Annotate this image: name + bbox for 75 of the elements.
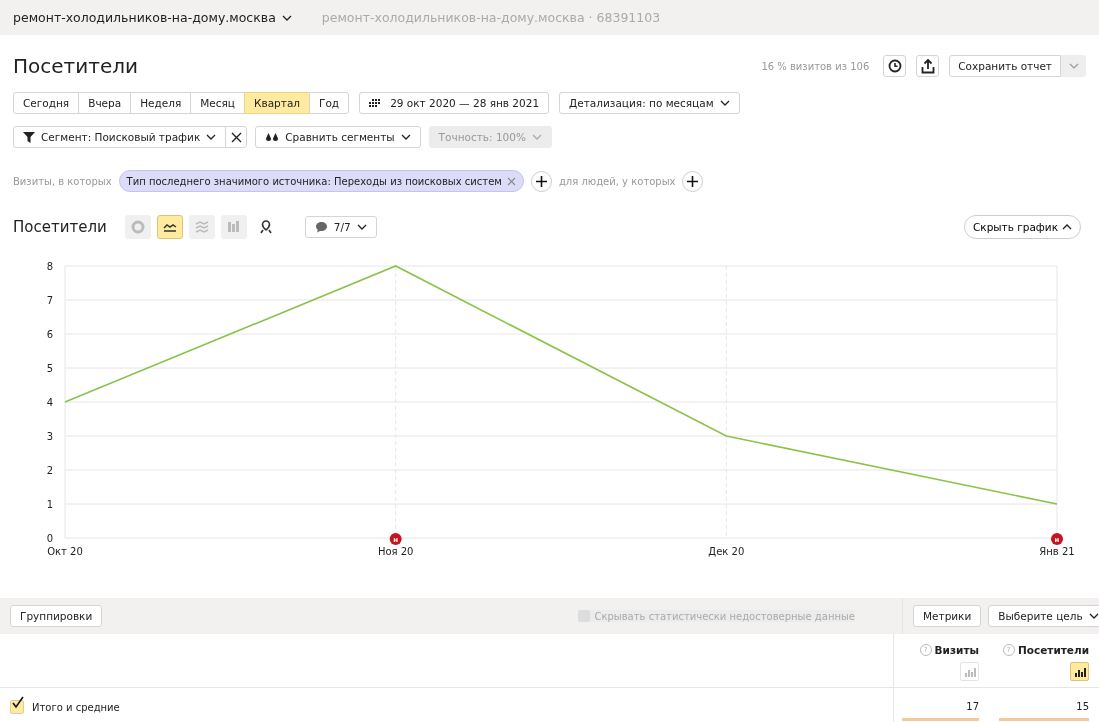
x-tick-label: Ноя 20	[377, 546, 414, 557]
chevron-up-icon	[1062, 224, 1072, 230]
detail-dropdown[interactable]: Детализация: по месяцам	[559, 92, 740, 114]
y-tick-label: 1	[46, 499, 53, 510]
chevron-down-icon	[281, 14, 292, 21]
pie-chart-icon	[130, 220, 145, 234]
y-tick-label: 3	[46, 431, 53, 442]
drops-icon	[265, 131, 280, 143]
save-report-button[interactable]: Сохранить отчет	[949, 55, 1061, 77]
site-selector[interactable]: ремонт-холодильников-на-дому.москва	[13, 10, 292, 25]
chevron-down-icon	[531, 134, 542, 140]
period-tab[interactable]: Год	[309, 92, 350, 114]
x-tick-label: Окт 20	[47, 546, 83, 557]
chart-title: Посетители	[13, 218, 107, 236]
y-tick-label: 0	[46, 533, 53, 544]
chevron-down-icon	[1068, 63, 1079, 69]
column-header: Посетители	[1017, 644, 1089, 656]
counter-label: ремонт-холодильников-на-дому.москва · 68391103	[321, 10, 661, 25]
clear-segment-button[interactable]	[225, 126, 248, 148]
column-chart-toggle[interactable]	[1070, 662, 1089, 681]
map-chart-icon	[258, 220, 273, 234]
bar-chart-icon	[226, 220, 241, 234]
period-tab[interactable]: Квартал	[244, 92, 311, 114]
period-tab[interactable]: Сегодня	[13, 92, 80, 114]
y-tick-label: 8	[46, 261, 53, 272]
speech-bubble-icon	[314, 221, 328, 233]
filter-prefix: Визиты, в которых	[13, 175, 112, 187]
x-tick-label: Дек 20	[708, 546, 745, 557]
export-button[interactable]	[916, 55, 940, 77]
people-prefix: для людей, у которых	[558, 175, 676, 187]
compare-segments-dropdown[interactable]: Сравнить сегменты	[255, 126, 421, 148]
bar-chart-icon	[1073, 666, 1086, 677]
line-chart-button[interactable]	[156, 215, 183, 239]
page-title: Посетители	[13, 54, 139, 78]
x-tick-label: Янв 21	[1039, 546, 1075, 557]
notes-dropdown[interactable]: 7/7	[304, 216, 377, 238]
row-label: Итого и средние	[32, 701, 120, 713]
period-tab[interactable]: Месяц	[190, 92, 246, 114]
filter-chip[interactable]: Тип последнего значимого источника: Переходы из поисковых систем	[118, 170, 524, 192]
close-icon	[230, 131, 242, 143]
clock-icon	[887, 59, 902, 73]
filter-icon	[23, 131, 35, 143]
y-tick-label: 7	[46, 295, 53, 306]
calendar-icon	[369, 98, 383, 108]
hide-chart-button[interactable]: Скрыть график	[963, 215, 1081, 239]
y-tick-label: 4	[46, 397, 53, 408]
add-condition-button[interactable]	[530, 170, 552, 192]
metrics-button[interactable]: Метрики	[913, 605, 982, 627]
date-range-button[interactable]: 29 окт 2020 — 28 янв 2021	[359, 92, 550, 114]
chevron-down-icon	[356, 224, 367, 230]
table-cell: 17	[966, 701, 979, 712]
period-tab[interactable]: Неделя	[130, 92, 192, 114]
y-tick-label: 6	[46, 329, 53, 340]
column-chart-toggle[interactable]	[960, 662, 979, 681]
table-cell: 15	[1076, 701, 1089, 712]
close-icon[interactable]	[506, 176, 516, 186]
history-button[interactable]	[883, 55, 907, 77]
bar-chart-icon	[963, 666, 976, 677]
segment-dropdown[interactable]: Сегмент: Поисковый трафик	[13, 126, 227, 148]
chevron-down-icon	[1088, 613, 1099, 619]
plus-icon	[535, 175, 547, 187]
goal-dropdown[interactable]: Выберите цель	[988, 605, 1099, 627]
plus-icon	[687, 175, 699, 187]
period-tab[interactable]: Вчера	[78, 92, 132, 114]
area-chart-icon	[194, 220, 209, 234]
add-people-condition-button[interactable]	[682, 170, 704, 192]
groupings-button[interactable]: Группировки	[10, 605, 103, 627]
chevron-down-icon	[206, 134, 217, 140]
y-tick-label: 2	[46, 465, 53, 476]
column-header: Визиты	[934, 644, 979, 656]
sample-info: 16 % визитов из 106	[761, 60, 870, 72]
share-icon	[920, 58, 935, 74]
y-tick-label: 5	[46, 363, 53, 374]
chevron-down-icon	[400, 134, 411, 140]
chevron-down-icon	[719, 100, 730, 106]
